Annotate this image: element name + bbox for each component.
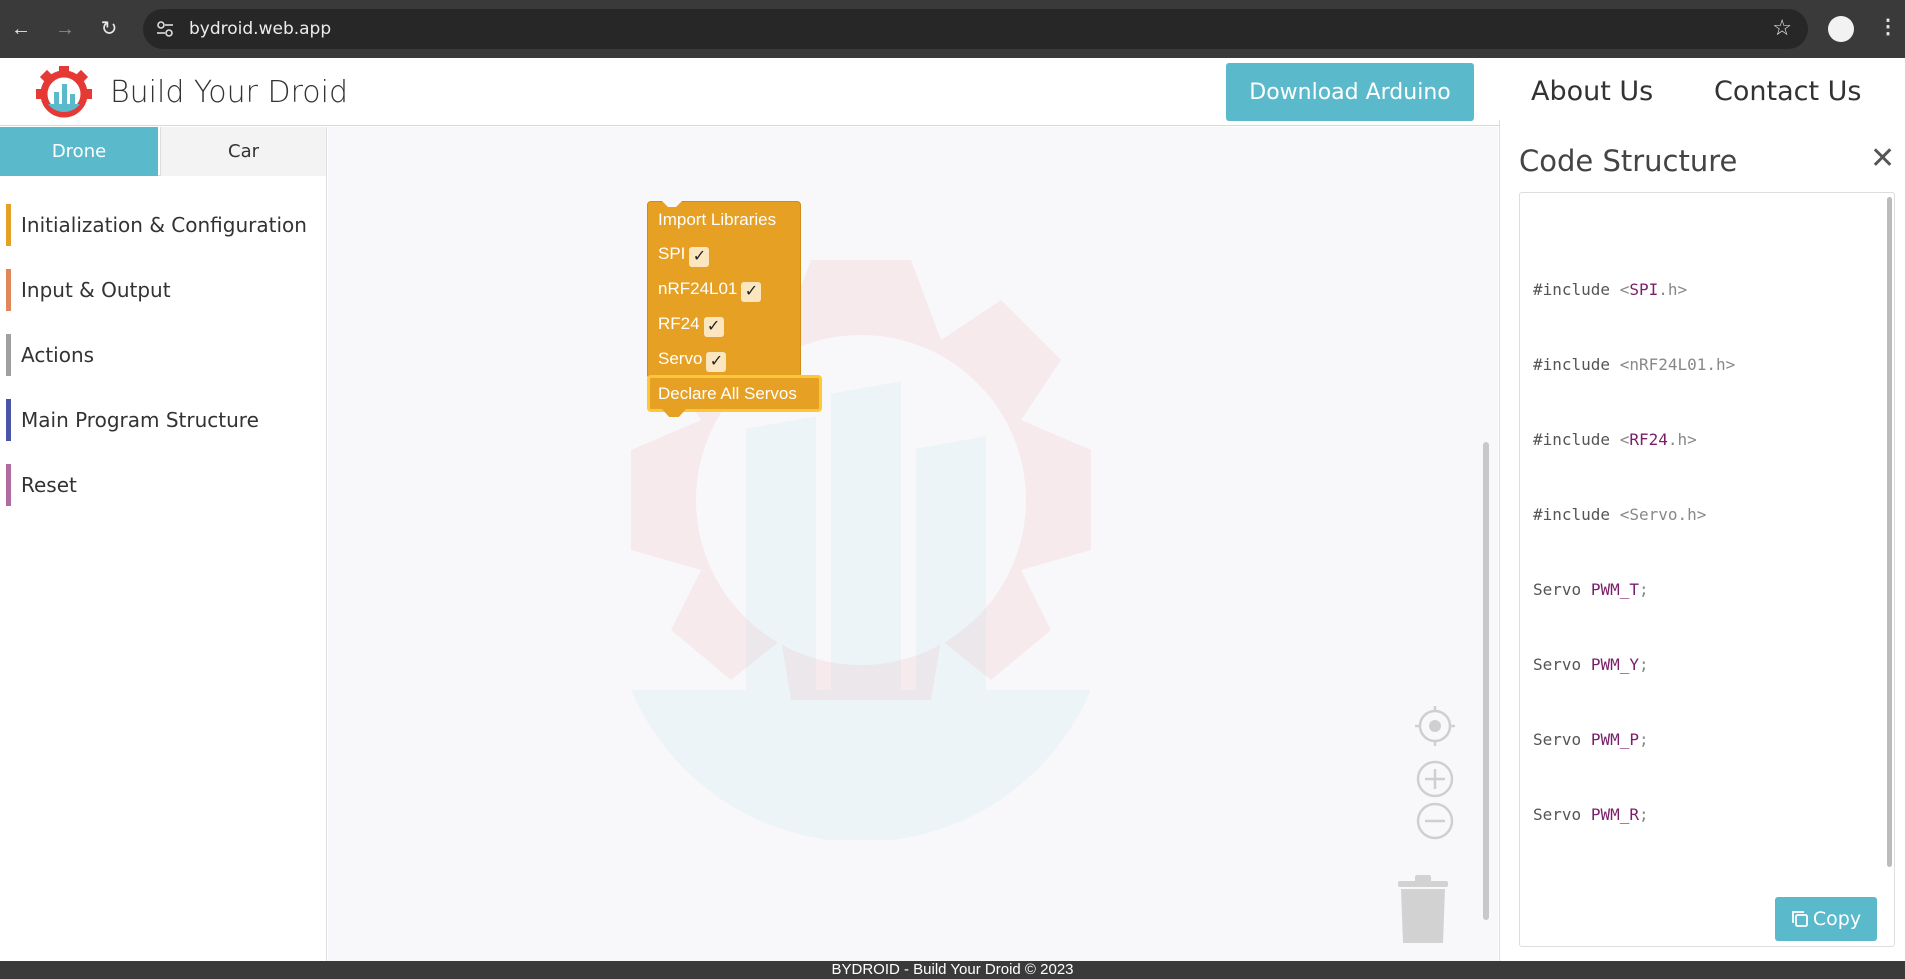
category-main-program-structure[interactable]: Main Program Structure	[6, 399, 316, 441]
logo-watermark-icon	[631, 260, 1091, 840]
copy-label: Copy	[1812, 908, 1862, 930]
lib-checkbox-servo[interactable]: ✓	[706, 352, 727, 372]
about-us-link[interactable]: About Us	[1531, 76, 1653, 107]
code-output[interactable]: #include <SPI.h> #include <nRF24L01.h> #…	[1519, 192, 1895, 947]
copy-button[interactable]: Copy	[1775, 897, 1877, 941]
tab-car[interactable]: Car	[160, 127, 326, 176]
lib-label: Servo	[658, 349, 703, 368]
zoom-in-icon[interactable]	[1415, 759, 1455, 799]
code-structure-title: Code Structure	[1519, 144, 1738, 178]
url-text: bydroid.web.app	[189, 19, 332, 39]
address-bar[interactable]: bydroid.web.app ☆	[143, 9, 1808, 49]
page-footer: BYDROID - Build Your Droid © 2023	[0, 961, 1905, 979]
code-structure-panel: Code Structure ✕ #include <SPI.h> #inclu…	[1499, 120, 1905, 961]
app-header: Build Your Droid Download Arduino About …	[0, 58, 1905, 126]
brand-title[interactable]: Build Your Droid	[110, 75, 348, 110]
category-actions[interactable]: Actions	[6, 334, 316, 376]
code-line: Servo PWM_T;	[1533, 580, 1649, 599]
import-libraries-block[interactable]: Import Libraries SPI ✓ nRF24L01 ✓ RF24 ✓ Se…	[647, 201, 801, 379]
category-label: Actions	[21, 343, 95, 367]
import-libraries-title: Import Libraries	[658, 210, 777, 229]
lib-label: nRF24L01	[658, 279, 738, 298]
workspace-scrollbar[interactable]	[1483, 442, 1489, 920]
lib-row-servo: Servo ✓	[658, 349, 727, 372]
code-line: #include <nRF24L01.h>	[1533, 355, 1736, 374]
lib-label: RF24	[658, 314, 700, 333]
category-label: Initialization & Configuration	[21, 213, 307, 237]
code-line: #include <SPI.h>	[1533, 280, 1688, 299]
bydroid-logo-icon	[36, 66, 92, 118]
site-settings-icon[interactable]	[155, 19, 175, 39]
declare-all-servos-label: Declare All Servos	[658, 384, 797, 403]
robot-type-tabs: Drone Car	[0, 127, 327, 176]
category-label: Reset	[21, 473, 77, 497]
category-color-bar	[6, 269, 11, 311]
lib-checkbox-spi[interactable]: ✓	[689, 247, 710, 267]
reload-icon[interactable]: ↻	[94, 14, 124, 44]
bookmark-star-icon[interactable]: ☆	[1772, 15, 1792, 41]
category-input-output[interactable]: Input & Output	[6, 269, 316, 311]
category-color-bar	[6, 464, 11, 506]
code-line: Servo PWM_P;	[1533, 730, 1649, 749]
block-workspace[interactable]: Import Libraries SPI ✓ nRF24L01 ✓ RF24 ✓ Se…	[328, 127, 1498, 961]
category-color-bar	[6, 204, 11, 246]
code-line: #include <RF24.h>	[1533, 430, 1697, 449]
contact-us-link[interactable]: Contact Us	[1714, 76, 1861, 107]
lib-row-spi: SPI ✓	[658, 244, 710, 267]
trash-icon[interactable]	[1398, 875, 1448, 945]
tab-drone[interactable]: Drone	[0, 127, 158, 176]
code-scrollbar[interactable]	[1887, 197, 1892, 867]
category-color-bar	[6, 399, 11, 441]
category-reset[interactable]: Reset	[6, 464, 316, 506]
download-arduino-button[interactable]: Download Arduino	[1226, 63, 1474, 121]
declare-all-servos-block[interactable]: Declare All Servos	[647, 375, 822, 417]
code-line: #include <Servo.h>	[1533, 505, 1707, 524]
browser-toolbar: ← → ↻ bydroid.web.app ☆ ⋮	[0, 0, 1905, 58]
profile-avatar[interactable]	[1828, 16, 1854, 42]
zoom-out-icon[interactable]	[1415, 801, 1455, 841]
code-line: Servo PWM_R;	[1533, 805, 1649, 824]
close-icon[interactable]: ✕	[1870, 144, 1895, 174]
category-label: Main Program Structure	[21, 408, 259, 432]
recenter-icon[interactable]	[1415, 706, 1455, 746]
forward-arrow-icon[interactable]: →	[50, 14, 80, 44]
browser-menu-icon[interactable]: ⋮	[1878, 14, 1898, 39]
back-arrow-icon[interactable]: ←	[6, 14, 36, 44]
lib-checkbox-nrf24l01[interactable]: ✓	[741, 282, 762, 302]
copy-icon	[1791, 911, 1808, 927]
category-color-bar	[6, 334, 11, 376]
category-initialization[interactable]: Initialization & Configuration	[6, 204, 316, 246]
code-lines: #include <SPI.h> #include <nRF24L01.h> #…	[1533, 227, 1735, 877]
block-notch	[662, 201, 682, 207]
lib-label: SPI	[658, 244, 686, 263]
lib-checkbox-rf24[interactable]: ✓	[703, 317, 724, 337]
lib-row-rf24: RF24 ✓	[658, 314, 724, 337]
toolbox-sidebar: Drone Car Initialization & Configuration…	[0, 127, 327, 961]
category-label: Input & Output	[21, 278, 171, 302]
code-line: Servo PWM_Y;	[1533, 655, 1649, 674]
lib-row-nrf24l01: nRF24L01 ✓	[658, 279, 762, 302]
